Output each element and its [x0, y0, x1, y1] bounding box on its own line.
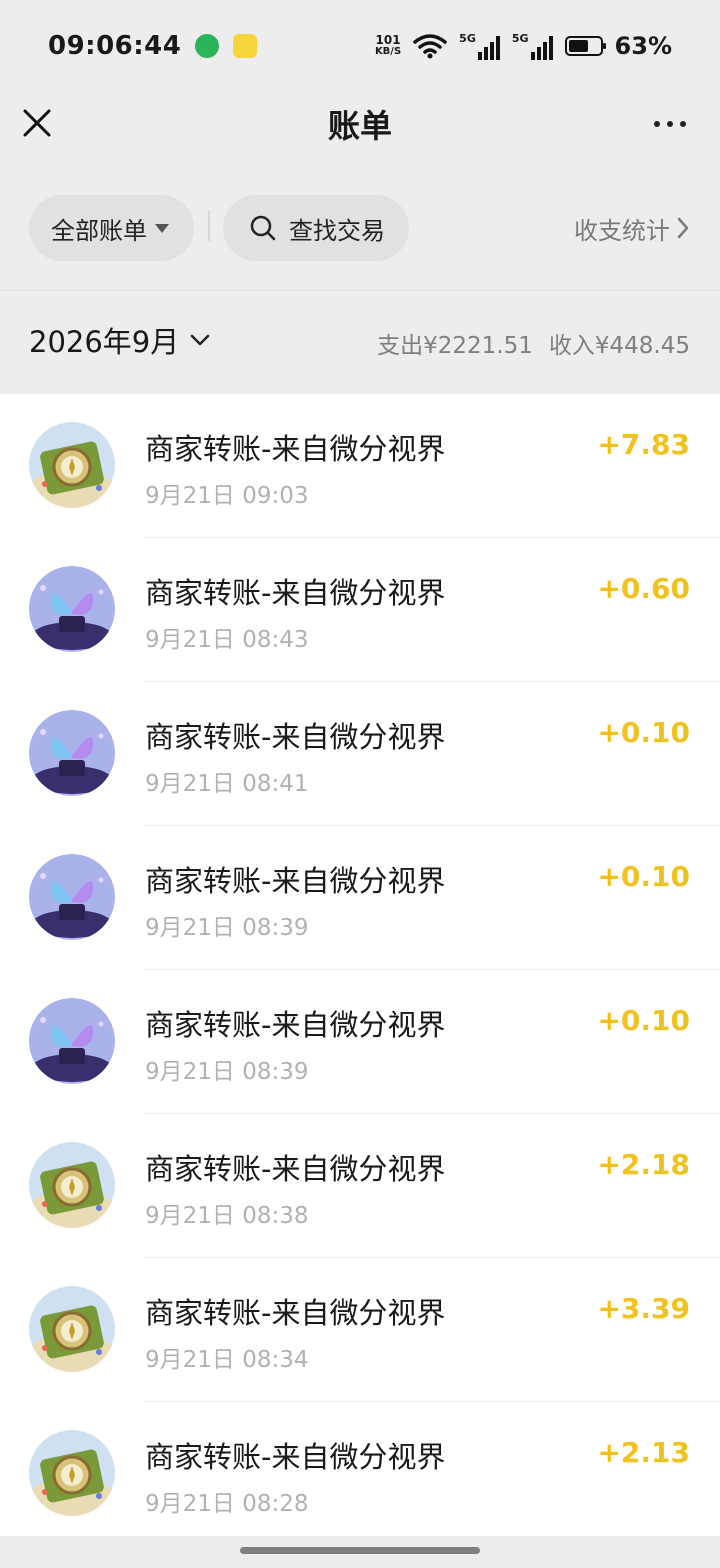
more-icon[interactable]	[654, 112, 686, 136]
transaction-row[interactable]: 商家转账-来自微分视界 9月21日 08:28 +2.13	[0, 1402, 720, 1536]
transaction-amount: +2.13	[597, 1436, 690, 1469]
close-icon[interactable]	[22, 108, 52, 138]
caret-down-icon	[155, 223, 169, 233]
transaction-amount: +2.18	[597, 1148, 690, 1181]
compass-avatar-icon	[29, 1142, 115, 1228]
compass-avatar-icon	[29, 422, 115, 508]
transaction-amount: +3.39	[597, 1292, 690, 1325]
income-value: ¥448.45	[594, 333, 690, 359]
butterfly-avatar-icon	[29, 710, 115, 796]
status-bar: 09:06:44 101 KB/S 5G 5G 63%	[0, 0, 720, 92]
compass-avatar-icon	[29, 1430, 115, 1516]
butterfly-avatar-icon	[29, 998, 115, 1084]
transaction-time: 9月21日 08:39	[145, 1059, 309, 1085]
chevron-right-icon	[677, 217, 689, 239]
transaction-time: 9月21日 09:03	[145, 483, 309, 509]
search-label: 查找交易	[289, 216, 385, 245]
home-indicator-area	[0, 1536, 720, 1568]
battery-icon	[564, 36, 606, 56]
divider	[208, 211, 210, 241]
transaction-row[interactable]: 商家转账-来自微分视界 9月21日 08:39 +0.10	[0, 970, 720, 1114]
signal-2-label: 5G	[511, 32, 529, 45]
filter-row: 全部账单 查找交易 收支统计	[0, 195, 720, 261]
transaction-amount: +0.10	[597, 860, 690, 893]
signal-1-label: 5G	[459, 32, 476, 45]
transaction-amount: +0.60	[597, 572, 690, 605]
income-label: 收入	[548, 333, 595, 359]
wifi-icon	[413, 34, 447, 59]
month-selector[interactable]: 2026年9月	[29, 319, 211, 361]
page-title: 账单	[327, 107, 392, 145]
network-speed-value: 101	[375, 33, 401, 47]
transaction-row[interactable]: 商家转账-来自微分视界 9月21日 08:34 +3.39	[0, 1258, 720, 1402]
status-left: 09:06:44	[48, 31, 258, 61]
income-total: 收入¥448.45	[549, 326, 690, 360]
transaction-title: 商家转账-来自微分视界	[145, 864, 446, 898]
transaction-time: 9月21日 08:41	[145, 771, 309, 797]
butterfly-avatar-icon	[29, 854, 115, 940]
transaction-row[interactable]: 商家转账-来自微分视界 9月21日 08:38 +2.18	[0, 1114, 720, 1258]
signal-5g-icon-2: 5G	[512, 32, 553, 60]
compass-avatar-icon	[29, 1286, 115, 1372]
transaction-row[interactable]: 商家转账-来自微分视界 9月21日 09:03 +7.83	[0, 394, 720, 538]
income-expense-stats-link[interactable]: 收支统计	[574, 195, 690, 261]
search-icon	[250, 215, 276, 241]
transaction-time: 9月21日 08:43	[145, 627, 309, 653]
transaction-time: 9月21日 08:38	[145, 1203, 309, 1229]
month-label: 2026年9月	[29, 325, 180, 359]
all-bills-dropdown[interactable]: 全部账单	[29, 195, 194, 261]
transaction-amount: +0.10	[597, 716, 690, 749]
transaction-amount: +0.10	[597, 1004, 690, 1037]
transaction-amount: +7.83	[597, 428, 690, 461]
transaction-time: 9月21日 08:39	[145, 915, 309, 941]
transaction-row[interactable]: 商家转账-来自微分视界 9月21日 08:41 +0.10	[0, 682, 720, 826]
transaction-row[interactable]: 商家转账-来自微分视界 9月21日 08:39 +0.10	[0, 826, 720, 970]
transaction-title: 商家转账-来自微分视界	[145, 1008, 446, 1042]
transaction-title: 商家转账-来自微分视界	[145, 576, 446, 610]
network-speed: 101 KB/S	[375, 34, 401, 58]
month-summary-row: 2026年9月 支出¥2221.51 收入¥448.45	[0, 290, 720, 395]
transaction-title: 商家转账-来自微分视界	[145, 720, 446, 754]
shopping-app-icon	[233, 34, 258, 58]
search-transactions-button[interactable]: 查找交易	[223, 195, 409, 261]
transaction-title: 商家转账-来自微分视界	[145, 432, 446, 466]
transaction-title: 商家转账-来自微分视界	[145, 1440, 446, 1474]
status-time: 09:06:44	[48, 31, 182, 61]
battery-fill	[568, 40, 588, 52]
stats-label: 收支统计	[574, 216, 670, 245]
transaction-title: 商家转账-来自微分视界	[145, 1152, 446, 1186]
butterfly-avatar-icon	[29, 566, 115, 652]
battery-percent: 63%	[614, 32, 672, 60]
status-right: 101 KB/S 5G 5G 63%	[375, 32, 672, 60]
nav-bar: 账单	[0, 92, 720, 156]
signal-5g-icon-1: 5G	[459, 32, 500, 60]
transaction-row[interactable]: 商家转账-来自微分视界 9月21日 08:43 +0.60	[0, 538, 720, 682]
month-totals: 支出¥2221.51 收入¥448.45	[377, 326, 690, 360]
expense-total: 支出¥2221.51	[377, 326, 533, 360]
transaction-list: 商家转账-来自微分视界 9月21日 09:03 +7.83 商家转账-来自微分视…	[0, 394, 720, 1536]
all-bills-label: 全部账单	[51, 216, 147, 245]
home-indicator[interactable]	[240, 1547, 480, 1554]
transaction-time: 9月21日 08:28	[145, 1491, 309, 1517]
transaction-time: 9月21日 08:34	[145, 1347, 309, 1373]
expense-label: 支出	[377, 333, 424, 359]
transaction-title: 商家转账-来自微分视界	[145, 1296, 446, 1330]
expense-value: ¥2221.51	[423, 333, 533, 359]
network-speed-unit: KB/S	[374, 46, 402, 57]
messaging-app-icon	[195, 34, 220, 58]
chevron-down-icon	[191, 334, 210, 346]
